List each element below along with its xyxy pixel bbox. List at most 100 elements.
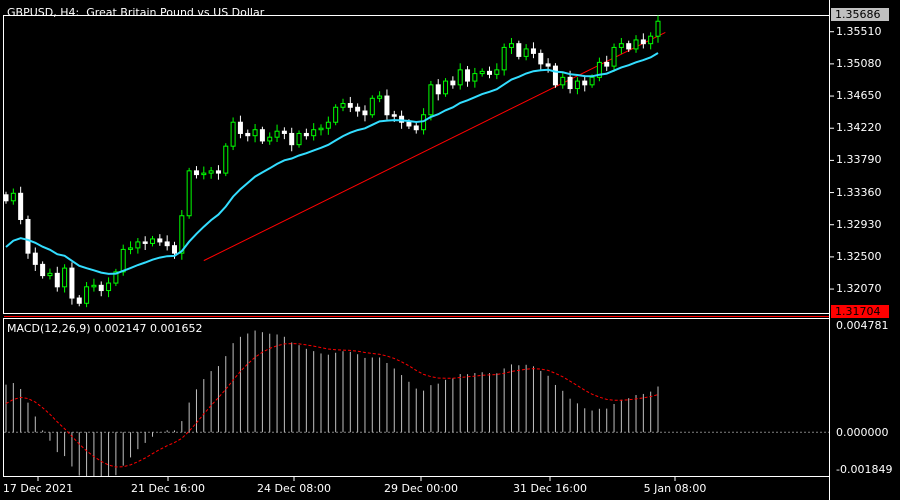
candle-body: [347, 103, 353, 108]
price-tick-label: 1.32930: [836, 217, 882, 231]
candle-body: [303, 132, 309, 137]
candle-body: [62, 267, 68, 288]
candle-body: [201, 172, 207, 176]
candle-body: [443, 80, 449, 95]
time-tick-label: 24 Dec 08:00: [257, 482, 331, 495]
candle-body: [311, 129, 317, 137]
candle-body: [604, 61, 610, 67]
candle-body: [523, 48, 529, 57]
candle-body: [391, 114, 397, 117]
current-price-badge: 1.35686: [831, 8, 889, 21]
candle-body: [618, 43, 624, 48]
candle-body: [186, 170, 192, 217]
price-tick-label: 1.32070: [836, 282, 882, 296]
candle-body: [384, 95, 390, 116]
candle-body: [223, 145, 229, 174]
candle-body: [150, 238, 156, 244]
candle-body: [106, 282, 112, 292]
candle-body: [135, 241, 141, 249]
candle-body: [237, 121, 243, 134]
candle-body: [69, 267, 75, 299]
price-tick-label: 1.34220: [836, 121, 882, 135]
candle-body: [325, 121, 331, 129]
candle-body: [32, 252, 38, 265]
candle-body: [640, 39, 646, 45]
candle-body: [530, 48, 536, 54]
candle-body: [289, 132, 295, 146]
candle-body: [18, 192, 24, 220]
price-tick-label: 1.33790: [836, 153, 882, 167]
candle-body: [267, 136, 273, 142]
trendline-segment: [203, 32, 666, 262]
candle-body: [128, 247, 134, 250]
candle-body: [377, 95, 383, 99]
candle-body: [120, 248, 126, 273]
candle-body: [406, 121, 412, 127]
candle-body: [54, 272, 60, 288]
candle-body: [91, 284, 97, 288]
time-tick-label: 5 Jan 08:00: [643, 482, 707, 495]
price-chart[interactable]: [0, 0, 900, 500]
candle-body: [84, 286, 90, 304]
candle-body: [538, 52, 544, 65]
trendline[interactable]: [203, 32, 666, 262]
price-tick-label: 1.33360: [836, 185, 882, 199]
candle-body: [435, 84, 441, 95]
candle-body: [340, 103, 346, 108]
candle-body: [487, 70, 493, 75]
price-tick-label: 1.35080: [836, 56, 882, 70]
price-tick-label: 1.32500: [836, 249, 882, 263]
candle-body: [47, 272, 53, 277]
candle-body: [560, 76, 566, 86]
candle-body: [281, 130, 287, 134]
macd-indicator: [4, 330, 829, 476]
candle-body: [157, 238, 163, 243]
macd-label: MACD(12,26,9) 0.002147 0.001652: [7, 322, 203, 335]
candle-body: [648, 35, 654, 45]
candle-body: [98, 284, 104, 292]
candle-body: [76, 297, 82, 304]
symbol-label: GBPUSD, H4:: [7, 6, 80, 19]
candle-body: [582, 80, 588, 86]
chart-title: GBPUSD, H4: Great Britain Pound vs US Do…: [7, 6, 264, 19]
candle-body: [479, 70, 485, 75]
candle-body: [355, 106, 361, 112]
candle-body: [501, 46, 507, 71]
candle-body: [208, 170, 214, 174]
candle-body: [369, 97, 375, 116]
candle-body: [428, 84, 434, 116]
candle-body: [552, 65, 558, 86]
candle-body: [333, 106, 339, 123]
candle-body: [179, 215, 185, 254]
candle-body: [508, 43, 514, 48]
macd-tick: -0.001849: [836, 463, 893, 476]
candle-body: [245, 132, 251, 137]
candle-body: [450, 80, 456, 86]
candle-body: [40, 263, 46, 277]
time-tick-label: 31 Dec 16:00: [513, 482, 587, 495]
moving-average-line: [5, 52, 659, 275]
symbol-description: Great Britain Pound vs US Dollar: [86, 6, 265, 19]
candle-body: [655, 20, 661, 37]
candle-body: [457, 69, 463, 86]
candle-body: [10, 192, 16, 202]
candle-body: [362, 110, 368, 116]
candle-body: [574, 80, 580, 90]
candle-body: [611, 46, 617, 67]
candle-body: [142, 241, 148, 244]
horizontal-line-badge: 1.31704: [831, 305, 889, 318]
candle-body: [164, 241, 170, 247]
price-tick-label: 1.35510: [836, 24, 882, 38]
candle-body: [230, 121, 236, 147]
candle-body: [494, 69, 500, 75]
candle-body: [516, 43, 522, 57]
candle-body: [3, 194, 9, 202]
candle-body: [259, 129, 265, 142]
candle-body: [193, 170, 199, 176]
time-tick-label: 21 Dec 16:00: [131, 482, 205, 495]
candle-body: [567, 76, 573, 90]
candle-body: [413, 125, 419, 131]
candle-body: [252, 129, 258, 137]
candle-body: [545, 63, 551, 67]
candles: [3, 15, 661, 308]
